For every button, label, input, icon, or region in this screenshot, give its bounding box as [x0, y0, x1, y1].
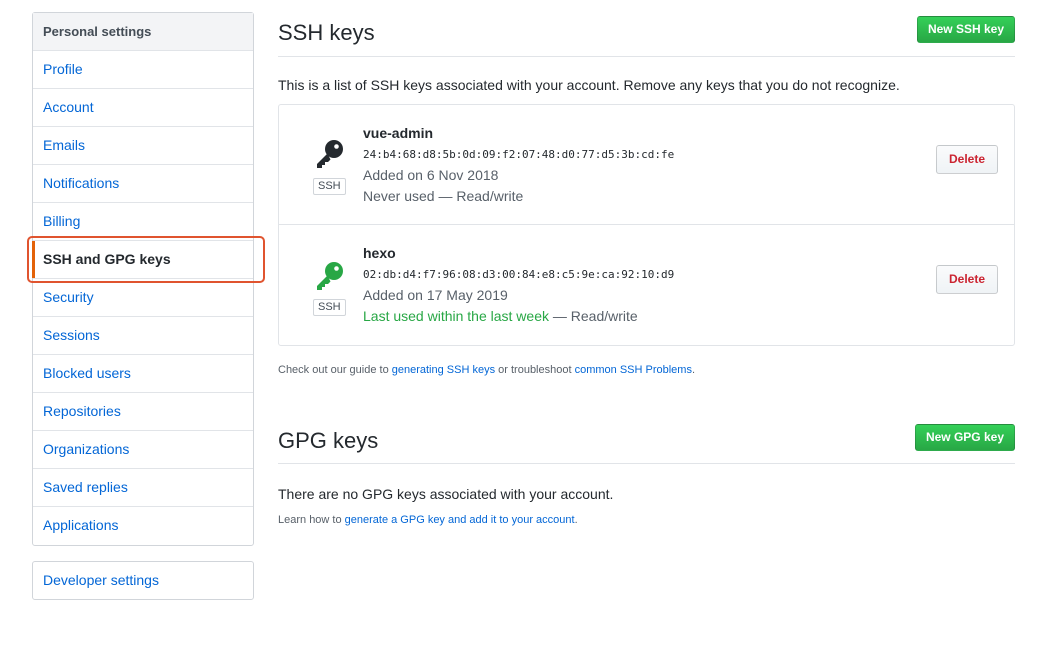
ssh-key-fingerprint: 02:db:d4:f7:96:08:d3:00:84:e8:c5:9e:ca:9…: [363, 268, 675, 281]
ssh-key-added-date: Added on 17 May 2019: [363, 287, 508, 303]
sidebar-item-repositories[interactable]: Repositories: [33, 393, 253, 431]
sidebar-item-billing[interactable]: Billing: [33, 203, 253, 241]
ssh-key-added-date: Added on 6 Nov 2018: [363, 167, 499, 183]
ssh-key-access: — Read/write: [434, 188, 524, 204]
sidebar-item-notifications[interactable]: Notifications: [33, 165, 253, 203]
ssh-key-fingerprint: 24:b4:68:d8:5b:0d:09:f2:07:48:d0:77:d5:3…: [363, 148, 675, 161]
sidebar-item-security[interactable]: Security: [33, 279, 253, 317]
new-gpg-key-button[interactable]: New GPG key: [914, 424, 1015, 451]
sidebar-item-profile[interactable]: Profile: [33, 51, 253, 89]
sidebar-item-saved-replies[interactable]: Saved replies: [33, 469, 253, 507]
ssh-key-access: — Read/write: [549, 308, 638, 324]
generate-gpg-key-link[interactable]: generate a GPG key and add it to your ac…: [345, 514, 575, 526]
sidebar-item-blocked-users[interactable]: Blocked users: [33, 355, 253, 393]
ssh-key-usage: Never used — Read/write: [363, 188, 523, 204]
guide-text: .: [691, 364, 696, 376]
ssh-key-title: vue-admin: [363, 125, 434, 141]
gpg-learn-note: Learn how to generate a GPG key and add …: [278, 514, 578, 526]
gpg-empty-message: There are no GPG keys associated with yo…: [278, 486, 614, 502]
sidebar-item-emails[interactable]: Emails: [33, 127, 253, 165]
ssh-type-badge: SSH: [313, 178, 346, 195]
gpg-keys-title: GPG keys: [278, 428, 379, 453]
ssh-key-row: SSH vue-admin 24:b4:68:d8:5b:0d:09:f2:07…: [279, 105, 1014, 225]
delete-ssh-key-button[interactable]: Delete: [936, 265, 998, 294]
developer-sidebar: Developer settings: [32, 561, 254, 600]
delete-ssh-key-button[interactable]: Delete: [936, 145, 998, 174]
sidebar-item-account[interactable]: Account: [33, 89, 253, 127]
learn-text: .: [574, 514, 578, 526]
ssh-keys-list: SSH vue-admin 24:b4:68:d8:5b:0d:09:f2:07…: [278, 104, 1015, 346]
guide-text: Check out our guide to: [278, 364, 392, 376]
ssh-key-title: hexo: [363, 245, 396, 261]
generating-ssh-keys-link[interactable]: generating SSH keys: [392, 364, 495, 376]
ssh-key-usage: Last used within the last week — Read/wr…: [363, 308, 638, 324]
sidebar-heading: Personal settings: [33, 13, 253, 51]
key-icon: [313, 260, 345, 292]
ssh-key-usage-status: Never used: [363, 188, 435, 204]
guide-text: or troubleshoot: [495, 364, 575, 376]
sidebar-item-sessions[interactable]: Sessions: [33, 317, 253, 355]
new-ssh-key-button[interactable]: New SSH key: [916, 16, 1015, 43]
ssh-type-badge: SSH: [313, 299, 346, 316]
sidebar-item-developer-settings[interactable]: Developer settings: [33, 562, 253, 599]
sidebar-item-organizations[interactable]: Organizations: [33, 431, 253, 469]
ssh-guide-note: Check out our guide to generating SSH ke…: [278, 364, 695, 376]
learn-text: Learn how to: [278, 514, 345, 526]
settings-sidebar: Personal settings Profile Account Emails…: [32, 12, 254, 546]
ssh-keys-description: This is a list of SSH keys associated wi…: [278, 77, 900, 93]
ssh-keys-title: SSH keys: [278, 20, 375, 45]
common-ssh-problems-link[interactable]: common SSH Problems: [575, 364, 692, 376]
sidebar-item-ssh-gpg-keys[interactable]: SSH and GPG keys: [32, 241, 253, 279]
ssh-keys-header: SSH keys New SSH key: [278, 14, 1015, 57]
ssh-key-usage-status: Last used within the last week: [363, 308, 549, 324]
sidebar-item-applications[interactable]: Applications: [33, 507, 253, 545]
ssh-key-row: SSH hexo 02:db:d4:f7:96:08:d3:00:84:e8:c…: [279, 226, 1014, 346]
gpg-keys-header: GPG keys New GPG key: [278, 422, 1015, 464]
key-icon: [313, 138, 345, 170]
